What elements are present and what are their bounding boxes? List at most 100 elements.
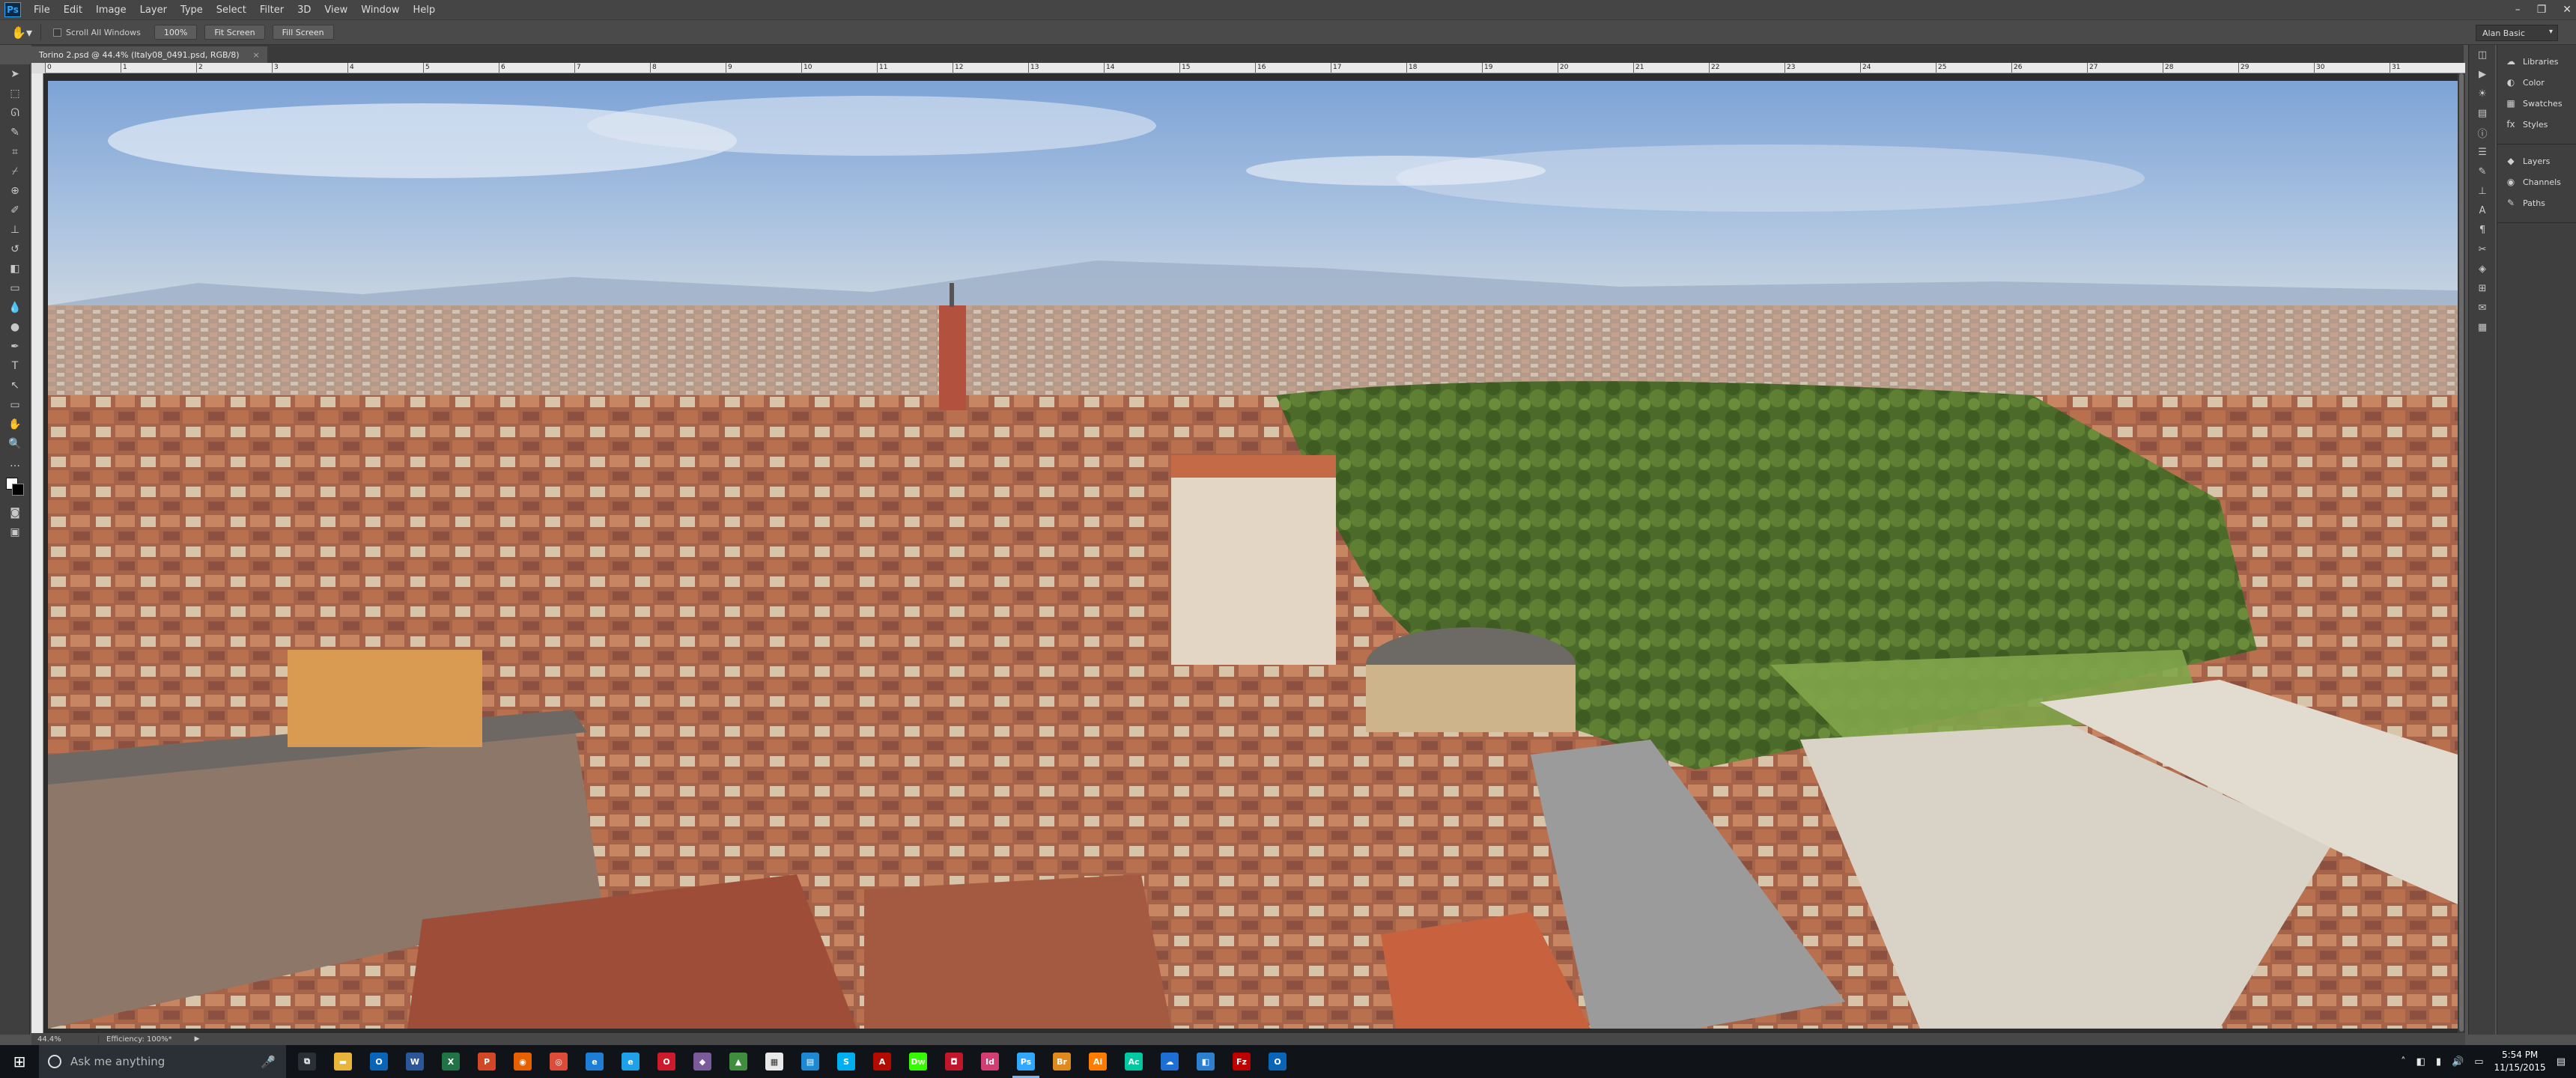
- pen-tool-icon[interactable]: ✒: [0, 337, 30, 356]
- menu-file[interactable]: File: [27, 4, 57, 16]
- taskbar-app-edge[interactable]: e: [577, 1045, 613, 1078]
- info-panel-icon[interactable]: ⓘ: [2469, 123, 2496, 142]
- channels-panel[interactable]: ◉ Channels: [2497, 171, 2576, 192]
- history-brush-tool-icon[interactable]: ↺: [0, 240, 30, 259]
- menu-edit[interactable]: Edit: [57, 4, 89, 16]
- taskbar-app-firefox[interactable]: ◉: [505, 1045, 541, 1078]
- path-select-tool-icon[interactable]: ↖: [0, 376, 30, 395]
- taskbar-app-dreamweaver[interactable]: Dw: [900, 1045, 936, 1078]
- taskbar-app-outlook2[interactable]: O: [1260, 1045, 1295, 1078]
- vertical-scrollbar[interactable]: [2458, 73, 2465, 1033]
- action-center-icon[interactable]: ▤: [2557, 1056, 2566, 1068]
- menu-window[interactable]: Window: [354, 4, 406, 16]
- menu-select[interactable]: Select: [210, 4, 253, 16]
- quick-select-tool-icon[interactable]: ✎: [0, 123, 30, 142]
- checkbox-box[interactable]: [53, 28, 61, 37]
- menu-view[interactable]: View: [318, 4, 354, 16]
- hand-tool-preset-icon[interactable]: ✋▾: [10, 23, 33, 41]
- minimize-icon[interactable]: –: [2515, 4, 2521, 16]
- taskbar-app-filezilla[interactable]: Fz: [1224, 1045, 1260, 1078]
- taskbar-app-skype[interactable]: S: [828, 1045, 864, 1078]
- taskbar-app-file-explorer[interactable]: ▬: [325, 1045, 361, 1078]
- taskbar-app-onedrive[interactable]: ☁: [1152, 1045, 1188, 1078]
- measurement-panel-icon[interactable]: ⊞: [2469, 278, 2496, 298]
- taskbar-app-app-blue[interactable]: ◧: [1188, 1045, 1224, 1078]
- blur-tool-icon[interactable]: 💧: [0, 298, 30, 317]
- clone-source-icon[interactable]: ⊥: [2469, 181, 2496, 201]
- paragraph-panel-icon[interactable]: ¶: [2469, 220, 2496, 240]
- ruler-origin[interactable]: [31, 63, 45, 73]
- eraser-tool-icon[interactable]: ◧: [0, 259, 30, 278]
- close-tab-icon[interactable]: ×: [253, 50, 260, 60]
- menu-filter[interactable]: Filter: [253, 4, 291, 16]
- menu-help[interactable]: Help: [407, 4, 443, 16]
- workspace-switcher[interactable]: Alan Basic: [2476, 25, 2558, 41]
- volume-icon[interactable]: 🔊: [2452, 1056, 2464, 1068]
- histogram-panel-icon[interactable]: ▤: [2469, 103, 2496, 123]
- document-tab[interactable]: Torino 2.psd @ 44.4% (Italy08_0491.psd, …: [31, 46, 267, 63]
- power-icon[interactable]: ▭: [2474, 1056, 2483, 1068]
- menu-layer[interactable]: Layer: [133, 4, 174, 16]
- taskbar-app-powerpoint[interactable]: P: [469, 1045, 505, 1078]
- timeline-panel-icon[interactable]: ▦: [2469, 317, 2496, 337]
- notes-panel-icon[interactable]: ✉: [2469, 298, 2496, 317]
- properties-panel-icon[interactable]: ☰: [2469, 142, 2496, 162]
- layers-panel[interactable]: ◆ Layers: [2497, 150, 2576, 171]
- taskbar-app-store[interactable]: ▤: [792, 1045, 828, 1078]
- adjustments-panel-icon[interactable]: ☀: [2469, 84, 2496, 103]
- color-swatches[interactable]: [0, 473, 30, 503]
- taskbar-app-photoshop[interactable]: Ps: [1008, 1045, 1044, 1078]
- taskbar-app-illustrator[interactable]: Ai: [1080, 1045, 1116, 1078]
- zoom-level[interactable]: 44.4%: [31, 1035, 99, 1044]
- healing-brush-tool-icon[interactable]: ⊕: [0, 181, 30, 201]
- taskbar-app-excel[interactable]: X: [433, 1045, 469, 1078]
- actions-panel-icon[interactable]: ▶: [2469, 64, 2496, 84]
- lasso-tool-icon[interactable]: ᘏ: [0, 103, 30, 123]
- system-clock[interactable]: 5:54 PM 11/15/2015: [2494, 1049, 2546, 1074]
- fit-screen-button[interactable]: Fit Screen: [204, 25, 265, 40]
- status-menu-arrow-icon[interactable]: ▶: [195, 1035, 200, 1043]
- 3d-panel-icon[interactable]: ◈: [2469, 259, 2496, 278]
- move-tool-icon[interactable]: ➤: [0, 64, 30, 84]
- history-panel-icon[interactable]: ◫: [2469, 45, 2496, 64]
- paths-panel[interactable]: ✎ Paths: [2497, 192, 2576, 213]
- dodge-tool-icon[interactable]: ●: [0, 317, 30, 337]
- screen-mode-icon[interactable]: ▣: [0, 523, 30, 542]
- hand-tool-icon[interactable]: ✋: [0, 415, 30, 434]
- taskbar-app-outlook[interactable]: O: [361, 1045, 397, 1078]
- gradient-tool-icon[interactable]: ▭: [0, 278, 30, 298]
- zoom-100-button[interactable]: 100%: [154, 25, 198, 40]
- microphone-icon[interactable]: 🎤: [261, 1055, 276, 1069]
- clone-stamp-tool-icon[interactable]: ⊥: [0, 220, 30, 240]
- tool-presets-icon[interactable]: ✂: [2469, 240, 2496, 259]
- brush-tool-icon[interactable]: ✐: [0, 201, 30, 220]
- shape-tool-icon[interactable]: ▭: [0, 395, 30, 415]
- crop-tool-icon[interactable]: ⌗: [0, 142, 30, 162]
- taskbar-app-app-misc2[interactable]: ▲: [720, 1045, 756, 1078]
- fill-screen-button[interactable]: Fill Screen: [272, 25, 334, 40]
- type-tool-icon[interactable]: T: [0, 356, 30, 376]
- taskbar-app-word[interactable]: W: [397, 1045, 433, 1078]
- taskbar-app-opera[interactable]: O: [648, 1045, 684, 1078]
- notification-app-icon[interactable]: ◧: [2416, 1056, 2425, 1068]
- restore-icon[interactable]: ❐: [2537, 4, 2547, 16]
- taskbar-app-app-misc3[interactable]: ▦: [756, 1045, 792, 1078]
- taskbar-app-task-view[interactable]: ⧉: [289, 1045, 325, 1078]
- taskbar-app-ie[interactable]: e: [613, 1045, 648, 1078]
- libraries-panel[interactable]: ☁ Libraries: [2497, 51, 2576, 72]
- taskbar-app-app-red[interactable]: ◘: [936, 1045, 972, 1078]
- taskbar-app-acrobat[interactable]: A: [864, 1045, 900, 1078]
- marquee-tool-icon[interactable]: ⬚: [0, 84, 30, 103]
- taskbar-app-audition[interactable]: Ac: [1116, 1045, 1152, 1078]
- vertical-ruler[interactable]: [31, 73, 43, 1033]
- taskbar-app-chrome[interactable]: ◎: [541, 1045, 577, 1078]
- close-icon[interactable]: ✕: [2563, 4, 2572, 16]
- taskbar-app-indesign[interactable]: Id: [972, 1045, 1008, 1078]
- menu-image[interactable]: Image: [89, 4, 133, 16]
- windows-start-icon[interactable]: ⊞: [0, 1045, 39, 1078]
- menu-3d[interactable]: 3D: [291, 4, 318, 16]
- character-panel-icon[interactable]: A: [2469, 201, 2496, 220]
- cortana-search-box[interactable]: Ask me anything 🎤: [39, 1045, 286, 1078]
- color-panel[interactable]: ◐ Color: [2497, 72, 2576, 93]
- scrollbar-thumb[interactable]: [2459, 73, 2464, 1032]
